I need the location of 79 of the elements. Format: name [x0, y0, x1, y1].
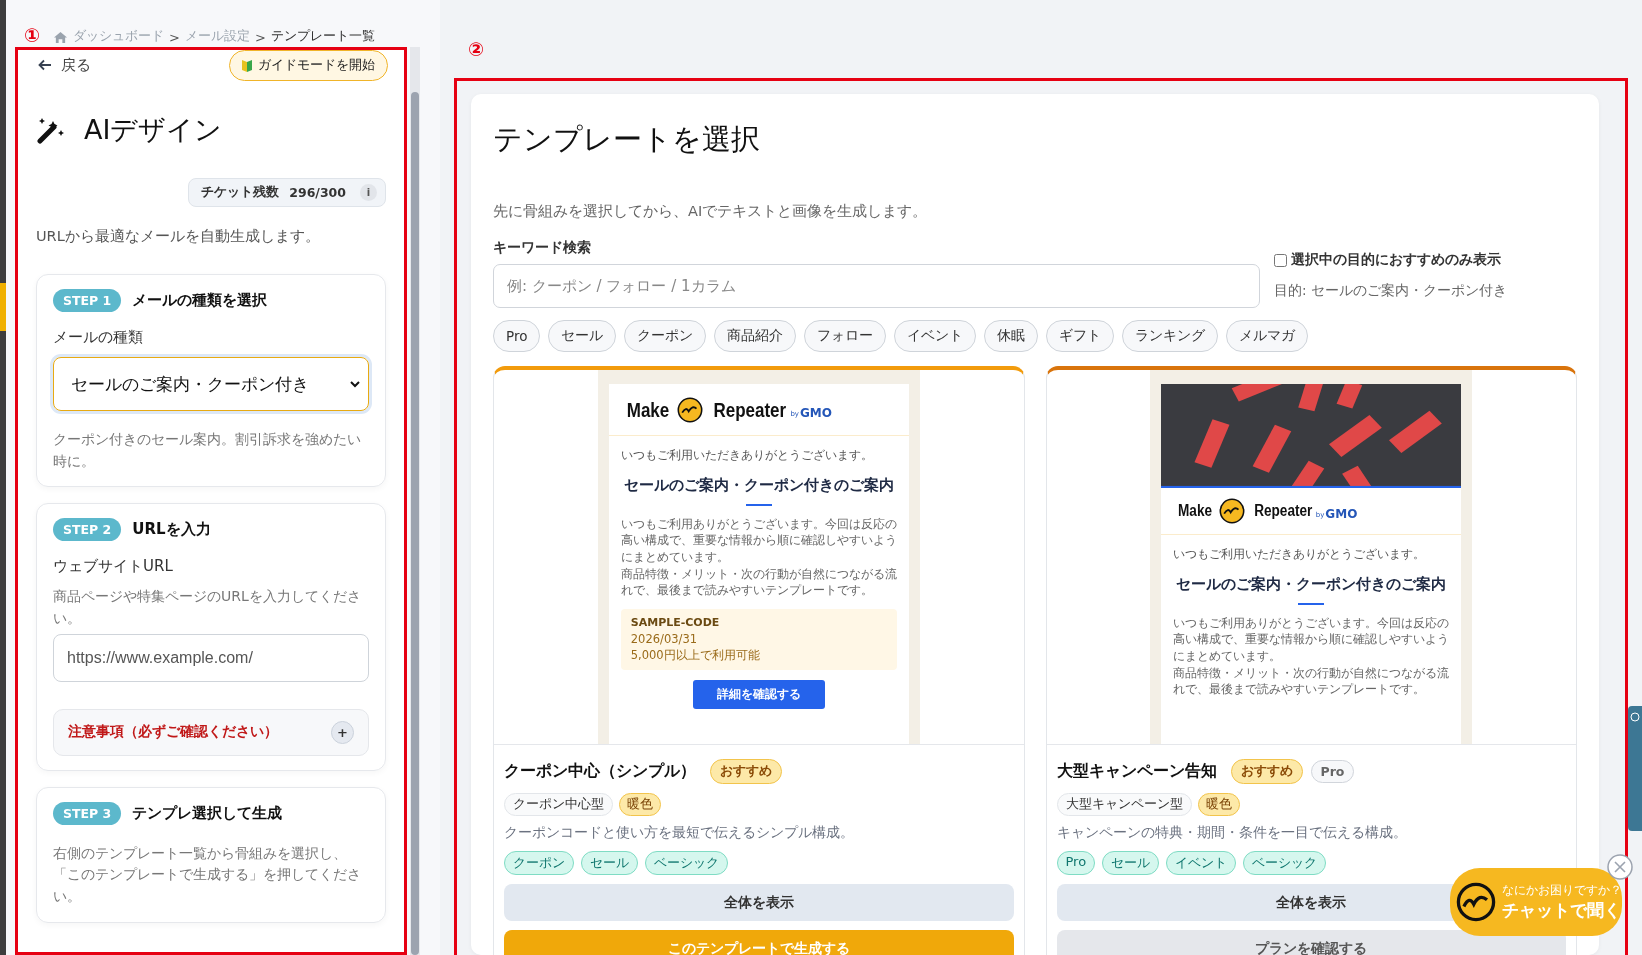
filter-chip[interactable]: 商品紹介: [714, 320, 797, 352]
filter-chip[interactable]: Pro: [493, 320, 541, 352]
coupon-date: 2026/03/31: [630, 632, 699, 648]
template-badge: おすすめ: [710, 759, 782, 784]
template-tag: イベント: [1166, 851, 1237, 875]
tone-tag: 暖色: [619, 793, 661, 816]
ticket-count: 296/300: [289, 185, 346, 200]
recommend-filter-checkbox[interactable]: 選択中の目的におすすめのみ表示: [1274, 251, 1507, 269]
field-label: メールの種類: [53, 328, 144, 347]
step-badge: STEP 1: [53, 289, 122, 312]
logo-text: Make: [1178, 502, 1213, 520]
field-label: ウェブサイトURL: [53, 557, 174, 577]
logo-text: Repeater: [713, 398, 786, 422]
email-headline: セールのご案内・クーポン付きのご案内: [622, 475, 895, 496]
step-description: 右側のテンプレート一覧から骨組みを選択し、「このテンプレートで生成する」を押してください。: [53, 843, 362, 907]
back-link[interactable]: 戻る: [36, 55, 91, 75]
section-title: テンプレートを選択: [493, 121, 761, 158]
url-field[interactable]: https://www.example.com/: [53, 633, 369, 682]
step-title: テンプレ選択して生成: [132, 803, 283, 823]
email-body: いつもご利用ありがとうございます。今回は反応の高い構成で、重要な情報から順に確認しやすいようにまとめています。 商品特徴・メリット・次の行動が自然につながる流れで、最後まで読みやすいテンプレートです。: [1173, 614, 1450, 699]
template-tag: ベーシック: [645, 851, 728, 875]
filter-chip[interactable]: ギフト: [1046, 320, 1115, 352]
template-name: クーポン中心（シンプル）: [504, 761, 696, 782]
filter-chip[interactable]: セール: [548, 320, 617, 352]
expand-button[interactable]: +: [331, 720, 354, 744]
info-button[interactable]: i: [360, 184, 377, 201]
coupon-condition: 5,000円以上で利用可能: [630, 647, 761, 664]
logo-text: Make: [626, 398, 670, 422]
template-tag: クーポン: [504, 851, 574, 875]
search-label: キーワード検索: [493, 239, 592, 257]
filter-chip[interactable]: ランキング: [1122, 320, 1219, 352]
notice-accordion[interactable]: 注意事項（必ずご確認ください） +: [53, 708, 369, 756]
tone-tag: 暖色: [1197, 793, 1240, 816]
email-headline: セールのご案内・クーポン付きのご案内: [1175, 574, 1448, 595]
email-greeting: いつもご利用いただきありがとうございます。: [620, 448, 874, 463]
filter-chip[interactable]: クーポン: [624, 320, 707, 352]
step-title: URLを入力: [132, 520, 211, 540]
step-badge: STEP 2: [53, 518, 122, 542]
filter-chip[interactable]: フォロー: [804, 320, 887, 352]
template-tag: セール: [581, 851, 638, 875]
coupon-code: SAMPLE-CODE: [630, 616, 721, 630]
step-title: メールの種類を選択: [132, 291, 268, 310]
template-tag: Pro: [1056, 851, 1096, 875]
search-field[interactable]: 例: クーポン / フォロー / 1カラム: [493, 264, 1260, 308]
mail-type-select[interactable]: セールのご案内・クーポン付き: [53, 357, 369, 411]
logo-text: Repeater: [1254, 502, 1313, 520]
view-all-button[interactable]: 全体を表示: [504, 884, 1014, 921]
filter-chip[interactable]: メルマガ: [1226, 320, 1309, 352]
logo-maker-text: GMO: [800, 406, 832, 420]
type-tag: 大型キャンペーン型: [1056, 793, 1192, 816]
template-name: 大型キャンペーン告知: [1056, 761, 1217, 782]
filter-chip[interactable]: イベント: [894, 320, 977, 352]
template-action-button[interactable]: プランを確認する: [1056, 930, 1566, 955]
template-description: キャンペーンの特典・期間・条件を一目で伝える構成。: [1056, 824, 1408, 842]
guide-mode-button[interactable]: ガイドモードを開始: [229, 50, 388, 81]
step-description: クーポン付きのセール案内。割引訴求を強めたい時に。: [53, 430, 362, 471]
template-badge: おすすめ: [1230, 759, 1303, 784]
section-description: 先に骨組みを選択してから、AIでテキストと画像を生成します。: [493, 202, 929, 221]
annotation-number: ①: [24, 26, 41, 45]
ticket-label: チケット残数: [201, 184, 280, 201]
purpose-text: 目的: セールのご案内・クーポン付き: [1274, 282, 1507, 300]
logo-maker-text: GMO: [1325, 507, 1358, 521]
email-greeting: いつもご利用いただきありがとうございます。: [1173, 547, 1427, 562]
type-tag: クーポン中心型: [504, 793, 613, 816]
template-description: クーポンコードと使い方を最短で伝えるシンプル構成。: [504, 824, 855, 842]
filter-chip[interactable]: 休眠: [984, 320, 1039, 352]
breadcrumb-separator: >: [255, 30, 266, 45]
template-badge: Pro: [1310, 760, 1355, 783]
page-title: AIデザイン: [84, 113, 223, 147]
annotation-number: ②: [468, 40, 485, 59]
field-help: 商品ページや特集ページのURLを入力してください。: [53, 587, 362, 629]
breadcrumb-link[interactable]: テンプレート一覧: [270, 27, 375, 45]
notice-label: 注意事項（必ずご確認ください）: [68, 723, 278, 742]
template-tag: ベーシック: [1243, 851, 1327, 875]
step-badge: STEP 3: [53, 801, 122, 825]
breadcrumb-separator: >: [169, 30, 180, 45]
intro-text: URLから最適なメールを自動生成します。: [36, 227, 321, 246]
template-tag: セール: [1102, 851, 1160, 875]
email-body: いつもご利用ありがとうございます。今回は反応の高い構成で、重要な情報から順に確認しやすいようにまとめています。 商品特徴・メリット・次の行動が自然につながる流れで、最後まで読みやすいテンプレートです。: [620, 515, 897, 600]
